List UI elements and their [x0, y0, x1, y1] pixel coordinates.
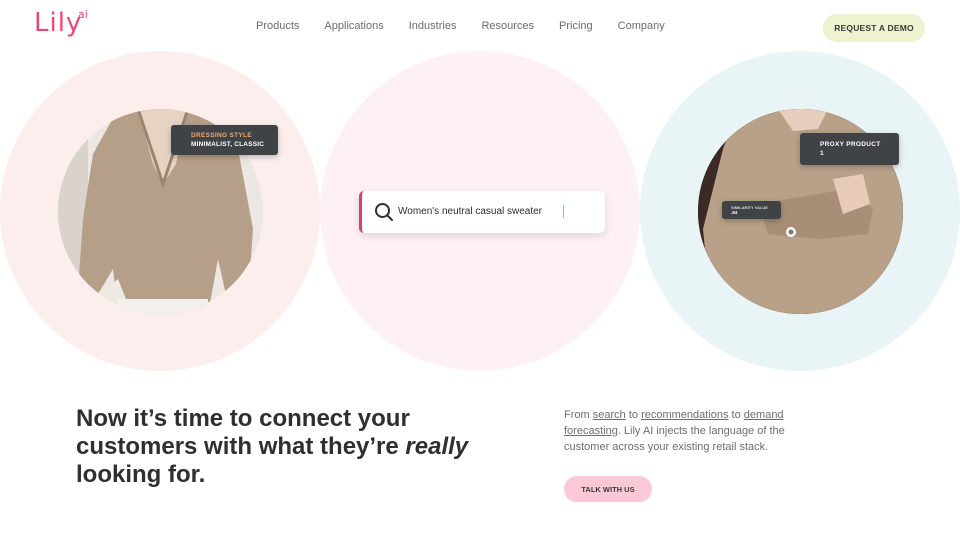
logo-superscript: ai — [78, 8, 88, 21]
proxy-product-title: PROXY PRODUCT — [820, 141, 881, 148]
similarity-tag: SIMILARITY VALUE .84 — [722, 201, 781, 219]
headline-part-1: Now it’s time to connect your customers … — [76, 405, 410, 460]
text-caret — [563, 205, 564, 218]
search-box[interactable]: Women's neutral casual sweater — [359, 191, 605, 233]
proxy-product-value: 1 — [820, 150, 824, 157]
headline-part-2: looking for. — [76, 461, 206, 488]
desc-to-1: to — [625, 409, 642, 421]
nav-industries[interactable]: Industries — [409, 20, 457, 32]
dressing-style-value: MINIMALIST, CLASSIC — [191, 141, 265, 148]
proxy-product-tag: PROXY PRODUCT 1 — [800, 133, 899, 165]
talk-with-us-button[interactable]: TALK WITH US — [564, 476, 652, 502]
nav-company[interactable]: Company — [618, 20, 665, 32]
search-icon — [374, 202, 394, 227]
search-query: Women's neutral casual sweater — [398, 206, 543, 217]
nav-applications[interactable]: Applications — [324, 20, 383, 32]
link-search[interactable]: search — [593, 409, 626, 421]
nav-resources[interactable]: Resources — [481, 20, 534, 32]
link-recommendations[interactable]: recommendations — [641, 409, 728, 421]
logo-text: Lily — [34, 8, 83, 38]
nav-products[interactable]: Products — [256, 20, 299, 32]
request-demo-button[interactable]: REQUEST A DEMO — [823, 14, 925, 42]
headline-emphasis: really — [405, 433, 469, 460]
description: From search to recommendations to demand… — [564, 407, 814, 455]
desc-from: From — [564, 409, 593, 421]
similarity-value: .84 — [731, 210, 738, 215]
nav-pricing[interactable]: Pricing — [559, 20, 593, 32]
dressing-style-tag: DRESSING STYLE MINIMALIST, CLASSIC — [171, 125, 278, 155]
main-nav: Products Applications Industries Resourc… — [256, 20, 690, 32]
headline: Now it’s time to connect your customers … — [76, 405, 496, 489]
desc-to-2: to — [728, 409, 744, 421]
dressing-style-title: DRESSING STYLE — [191, 132, 252, 139]
lily-logo[interactable]: Lily ai — [34, 8, 88, 38]
